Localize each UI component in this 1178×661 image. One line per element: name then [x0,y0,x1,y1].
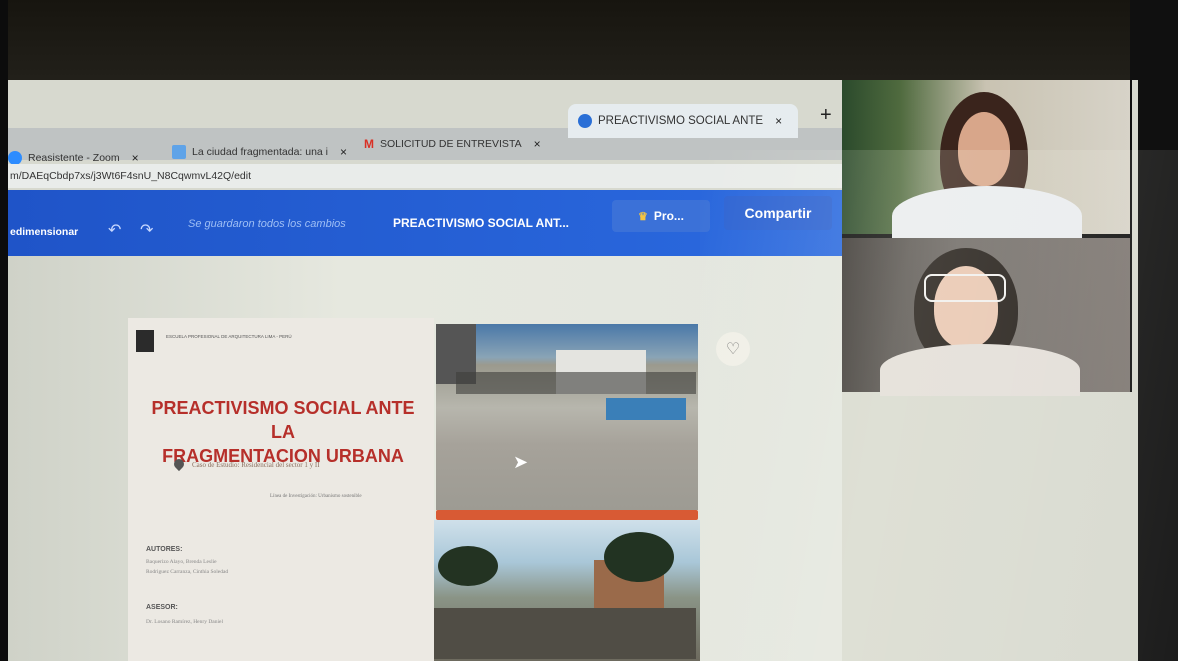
participant-1-body [892,186,1082,246]
participant-2-body [880,344,1080,396]
resize-button[interactable]: edimensionar [10,226,78,238]
scholar-icon [172,145,186,159]
street-market-photo[interactable] [436,324,698,510]
tab-label: PREACTIVISMO SOCIAL ANTE [598,115,764,127]
accent-bar [436,510,698,520]
canva-icon [578,114,592,128]
tab-label: Reasistente - Zoom [28,152,120,164]
save-status: Se guardaron todos los cambios [188,218,346,230]
close-icon[interactable]: × [534,137,541,151]
gmail-icon: M [364,137,374,151]
authors-label: AUTORES: [146,546,183,553]
close-icon[interactable]: × [132,151,139,165]
tab-scholar[interactable]: La ciudad fragmentada: una i × [172,139,356,165]
share-button[interactable]: Compartir [724,196,832,230]
title-line-1: PREACTIVISMO SOCIAL ANTE LA [151,398,415,442]
research-line-text: Línea de Investigación: Urbanismo sosten… [270,494,362,499]
comment-plus-icon: ♡ [725,341,741,358]
pro-button[interactable]: ♛ Pro... [612,200,710,232]
participant-2-glasses [924,274,1006,302]
redo-icon[interactable]: ↷ [140,220,153,240]
zoom-icon [8,151,22,165]
document-title[interactable]: PREACTIVISMO SOCIAL ANT... [393,216,569,230]
author-2: Rodriguez Carranza, Cinthia Soledad [146,569,229,575]
advisor-name: Dr. Losano Ramírez, Henry Daniel [146,619,223,625]
tab-gmail[interactable]: M SOLICITUD DE ENTREVISTA × [364,131,564,157]
close-icon[interactable]: × [775,114,782,128]
participant-1-face [958,112,1010,186]
tab-label: La ciudad fragmentada: una i [192,146,329,158]
close-icon[interactable]: × [340,145,347,159]
crown-icon: ♛ [638,210,648,223]
mouse-cursor-icon: ➤ [513,452,529,472]
pro-label: Pro... [653,209,684,223]
new-tab-button[interactable]: + [820,104,832,127]
add-comment-button[interactable]: ♡ [716,332,750,366]
url-text: m/DAEqCbdp7xs/j3Wt6F4snU_N8CqwmvL42Q/edi… [10,170,252,182]
advisor-label: ASESOR: [146,604,178,611]
school-name: ESCUELA PROFESIONAL DE ARQUITECTURA LIMA… [166,334,292,339]
university-logo [136,330,154,352]
case-study-text: Caso de Estudio: Residencial del sector … [192,461,320,469]
monitor-bezel-left [0,0,8,661]
undo-icon[interactable]: ↶ [108,220,121,240]
author-1: Baquerizo Alayo, Brenda Leslie [146,559,217,565]
tab-canva[interactable]: PREACTIVISMO SOCIAL ANTE × [568,104,798,138]
monitor-bezel-top [0,0,1178,80]
slide-title[interactable]: PREACTIVISMO SOCIAL ANTE LA FRAGMENTACIO… [138,396,428,468]
tab-label: SOLICITUD DE ENTREVISTA [380,138,522,150]
city-street-photo[interactable] [434,520,700,661]
